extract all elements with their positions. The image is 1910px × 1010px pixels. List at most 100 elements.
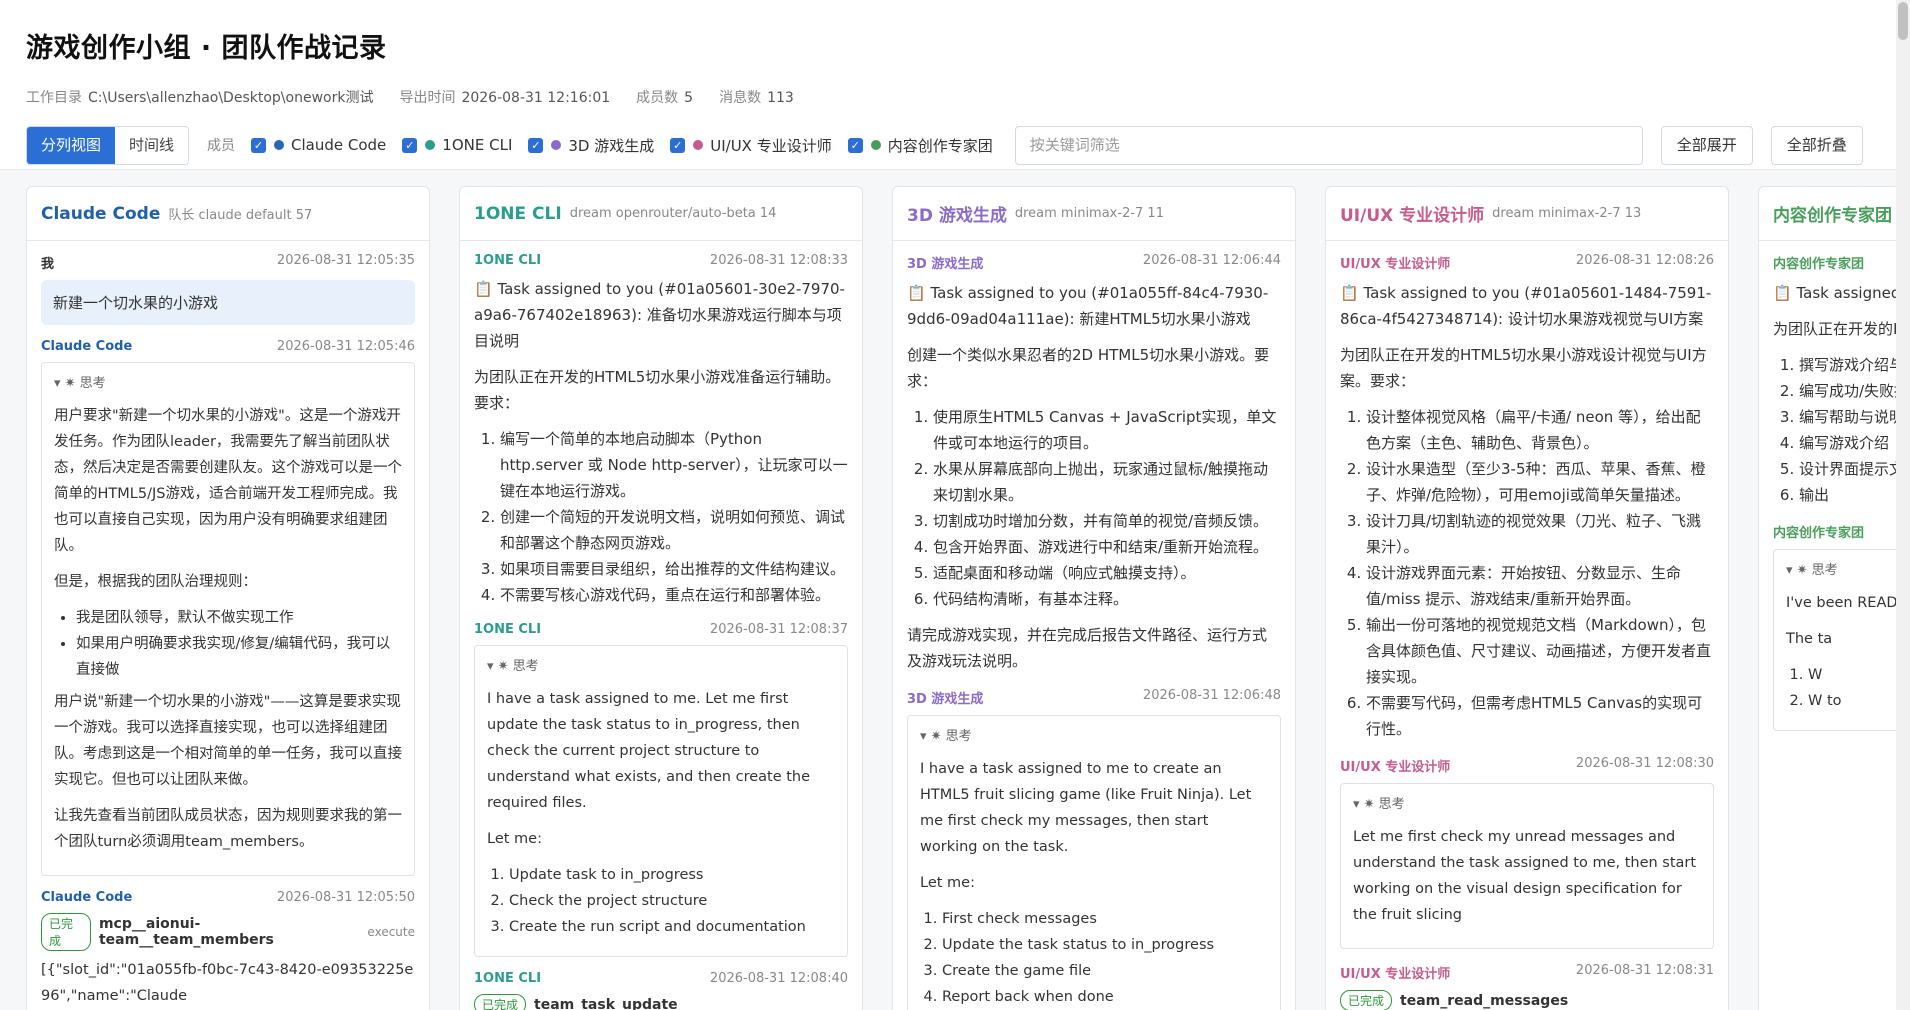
bullet-item: 我是团队领导，默认不做实现工作 (76, 605, 402, 631)
task-assignment: 📋 Task assigned to you (#01a05601-1484-7… (1340, 284, 1712, 328)
tool-name: team_read_messages (1400, 992, 1569, 1009)
member-filter-2[interactable]: ✓ 3D 游戏生成 (528, 135, 654, 156)
thinking-toggle[interactable]: ▾ ✷ 思考 (920, 724, 1268, 750)
thinking-block[interactable]: ▾ ✷ 思考 用户要求"新建一个切水果的小游戏"。这是一个游戏开发任务。作为团队l… (41, 362, 415, 876)
requirement-item: 编写一个简单的本地启动脚本（Python http.server 或 Node … (500, 426, 848, 504)
thinking-toggle[interactable]: ▾ ✷ 思考 (54, 371, 402, 397)
tool-call[interactable]: 已完成 team_read_messages (1340, 990, 1714, 1010)
column-4: 内容创作专家团内容创作专家团📋 Task assigned to you (#0… (1758, 186, 1910, 1010)
meta-member-count: 成员数 5 (636, 90, 694, 106)
thinking-paragraph: 但是，根据我的团队治理规则： (54, 574, 257, 590)
message-timestamp: 2026-08-31 12:05:50 (276, 890, 415, 905)
message-author: 3D 游戏生成 (907, 257, 984, 272)
checkbox-icon[interactable]: ✓ (402, 137, 418, 153)
message: 我 2026-08-31 12:05:35 新建一个切水果的小游戏 (41, 253, 415, 325)
tool-name: mcp__aionui-team__team_members (98, 916, 274, 948)
thinking-paragraph: I've been READ first c working (1786, 595, 1910, 611)
thinking-block[interactable]: ▾ ✷ 思考 Let me first check my unread messa… (1340, 783, 1714, 949)
bullet-item: 如果用户明确要求我实现/修复/编辑代码，我可以直接做 (76, 631, 402, 683)
column-body: 内容创作专家团 📋 Task assigned to you (#01a05601… (1759, 241, 1910, 731)
tool-call[interactable]: 已完成 team_task_update (474, 994, 848, 1010)
member-filter-3[interactable]: ✓ UI/UX 专业设计师 (670, 135, 832, 156)
checkbox-icon[interactable]: ✓ (528, 137, 544, 153)
member-name: 3D 游戏生成 (568, 136, 655, 155)
step-item: Update task to in_progress (509, 862, 835, 888)
message-header: UI/UX 专业设计师 2026-08-31 12:08:26 (1340, 253, 1714, 272)
column-name: Claude Code (41, 203, 161, 224)
thinking-paragraph: Let me: (487, 831, 542, 847)
message-author: 我 (41, 257, 55, 272)
message: 1ONE CLI 2026-08-31 12:08:37 ▾ ✷ 思考 I have … (474, 622, 848, 957)
thinking-paragraph: I have a task assigned to me to create a… (920, 761, 1252, 855)
scrollbar-thumb[interactable] (1898, 2, 1908, 40)
tool-action: execute (367, 925, 415, 939)
column-name: 1ONE CLI (474, 203, 562, 224)
message-author: 1ONE CLI (474, 253, 542, 268)
thinking-toggle[interactable]: ▾ ✷ 思考 (1353, 792, 1701, 818)
checkbox-icon[interactable]: ✓ (251, 137, 267, 153)
view-split-button[interactable]: 分列视图 (27, 126, 116, 164)
thinking-paragraph: The ta (1786, 631, 1833, 647)
member-filter-1[interactable]: ✓ 1ONE CLI (402, 135, 512, 156)
thinking-toggle[interactable]: ▾ ✷ 思考 (1786, 558, 1910, 584)
step-item: W to (1808, 688, 1910, 714)
message-header: 3D 游戏生成 2026-08-31 12:06:44 (907, 253, 1281, 272)
thinking-paragraph: Let me: (920, 875, 975, 891)
requirement-item: 编写帮助与说明需要的文本 (1799, 404, 1910, 430)
thinking-block[interactable]: ▾ ✷ 思考 I have a task assigned to me to cr… (907, 715, 1281, 1010)
thinking-steps: Update task to in_progressCheck the proj… (487, 862, 835, 940)
tool-call[interactable]: 已完成 mcp__aionui-team__team_members execute (41, 913, 415, 951)
collapse-all-button[interactable]: 全部折叠 (1770, 125, 1863, 165)
column-meta: dream minimax-2-7 11 (1014, 206, 1164, 221)
column-header: 1ONE CLI dream openrouter/auto-beta 14 (460, 187, 862, 241)
thinking-toggle[interactable]: ▾ ✷ 思考 (487, 654, 835, 680)
page-title: 游戏创作小组 · 团队作战记录 (26, 33, 387, 64)
message: 1ONE CLI 2026-08-31 12:08:40 已完成 team_task_… (474, 971, 848, 1010)
message-author: 1ONE CLI (474, 622, 542, 637)
column-body: 我 2026-08-31 12:05:35 新建一个切水果的小游戏 Claude Co… (27, 241, 429, 1009)
column-header: 3D 游戏生成 dream minimax-2-7 11 (893, 187, 1295, 241)
member-color-dot (274, 140, 285, 150)
member-name: 内容创作专家团 (887, 136, 993, 155)
tool-name: team_task_update (534, 996, 678, 1010)
checkbox-icon[interactable]: ✓ (670, 137, 686, 153)
member-filter-4[interactable]: ✓ 内容创作专家团 (847, 135, 993, 156)
task-intro: 为团队正在开发的HTML5切水果小游戏撰写文档。 (1773, 320, 1910, 338)
requirement-item: 不需要写核心游戏代码，重点在运行和部署体验。 (500, 582, 848, 608)
column-name: UI/UX 专业设计师 (1340, 206, 1485, 226)
member-filter-0[interactable]: ✓ Claude Code (251, 135, 386, 156)
thinking-paragraph: Let me first check my unread messages an… (1353, 829, 1697, 923)
step-item: Create the game file (942, 958, 1268, 984)
task-requirements: 撰写游戏介绍与玩法说明编写成功/失败提示文案编写帮助与说明需要的文本编写游戏介绍… (1773, 352, 1910, 508)
message-header: 1ONE CLI 2026-08-31 12:08:40 (474, 971, 848, 986)
message-header: UI/UX 专业设计师 2026-08-31 12:08:31 (1340, 963, 1714, 982)
requirement-item: 切割成功时增加分数，并有简单的视觉/音频反馈。 (933, 508, 1281, 534)
status-badge: 已完成 (41, 913, 91, 951)
view-timeline-button[interactable]: 时间线 (115, 126, 189, 164)
expand-all-button[interactable]: 全部展开 (1660, 125, 1753, 165)
meta-message-count: 消息数 113 (719, 90, 794, 106)
message: 内容创作专家团 📋 Task assigned to you (#01a05601… (1773, 253, 1910, 508)
keyword-filter-input[interactable] (1014, 125, 1643, 165)
member-color-dot (551, 140, 562, 150)
message-author: UI/UX 专业设计师 (1340, 257, 1451, 272)
requirement-item: 水果从屏幕底部向上抛出，玩家通过鼠标/触摸拖动来切割水果。 (933, 456, 1281, 508)
message-timestamp: 2026-08-31 12:08:30 (1575, 756, 1714, 771)
task-intro: 为团队正在开发的HTML5切水果小游戏设计视觉与UI方案。要求： (1340, 346, 1707, 390)
columns-container: Claude Code 队长 claude default 57 我 2026-08-… (26, 186, 1910, 1010)
requirement-item: 设计游戏界面元素：开始按钮、分数显示、生命值/miss 提示、游戏结束/重新开始… (1366, 560, 1714, 612)
task-message: 📋 Task assigned to you (#01a05601-439519… (1773, 280, 1910, 508)
message: UI/UX 专业设计师 2026-08-31 12:08:30 ▾ ✷ 思考 Let … (1340, 756, 1714, 949)
checkbox-icon[interactable]: ✓ (847, 137, 863, 153)
message: UI/UX 专业设计师 2026-08-31 12:08:31 已完成 team_re… (1340, 963, 1714, 1010)
thinking-block[interactable]: ▾ ✷ 思考 I have a task assigned to me. Let … (474, 645, 848, 957)
task-outro: 请完成游戏实现，并在完成后报告文件路径、运行方式及游戏玩法说明。 (907, 626, 1268, 670)
meta-export-time: 导出时间 2026-08-31 12:16:01 (399, 90, 611, 106)
thinking-block[interactable]: ▾ ✷ 思考 I've been READ first c working The … (1773, 549, 1910, 731)
message-timestamp: 2026-08-31 12:08:31 (1575, 963, 1714, 978)
requirement-item: 不需要写代码，但需考虑HTML5 Canvas的实现可行性。 (1366, 690, 1714, 742)
column-body: UI/UX 专业设计师 2026-08-31 12:08:26 📋 Task ass… (1326, 241, 1728, 1010)
page-scrollbar[interactable] (1896, 0, 1910, 1010)
member-name: UI/UX 专业设计师 (710, 136, 832, 155)
column-3: UI/UX 专业设计师 dream minimax-2-7 13 UI/UX 专业设… (1325, 186, 1729, 1010)
